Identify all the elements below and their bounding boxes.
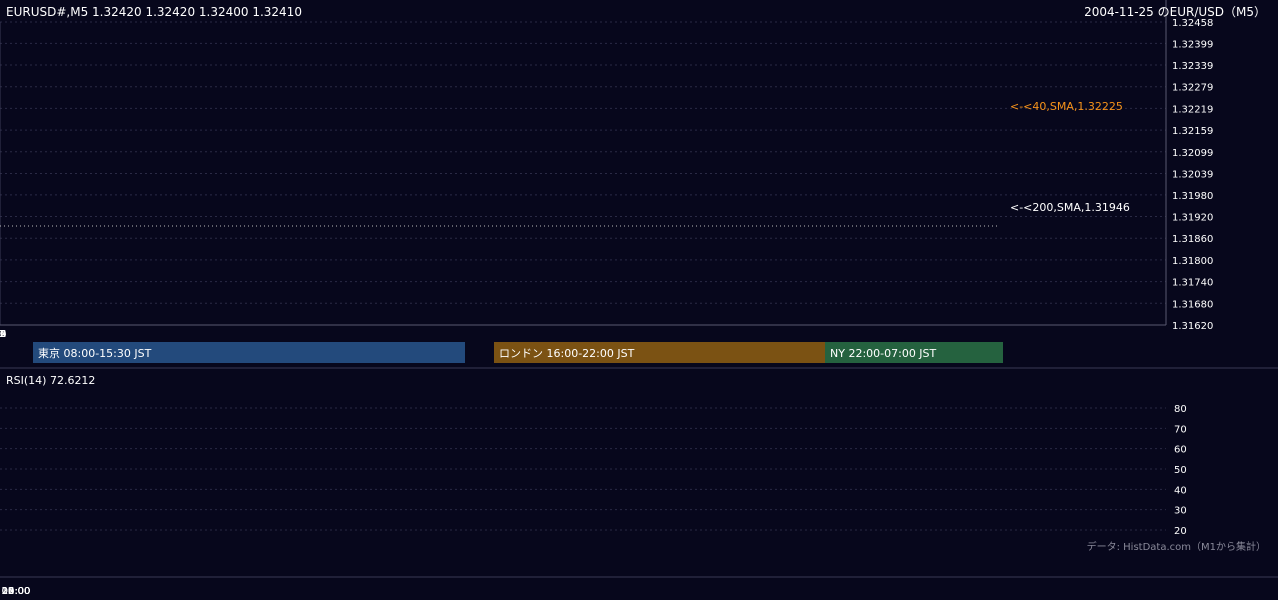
time-tick-label: 11/26 00:00 xyxy=(0,586,30,597)
axes: 1.32458 1.32399 1.32339 1.32279 1.32219 1.321… xyxy=(0,0,1213,340)
y-tick-label: 1.31620 xyxy=(1172,321,1213,332)
rsi-y-tick-label: 70 xyxy=(1174,424,1187,435)
rsi-y-tick-label: 80 xyxy=(1174,404,1187,415)
y-tick-label: 1.31740 xyxy=(1172,278,1213,289)
data-credit: データ: HistData.com（M1から集計） xyxy=(1087,540,1266,553)
rsi-y-tick-label: 60 xyxy=(1174,445,1187,456)
rsi-title: RSI(14) 72.6212 xyxy=(6,374,95,387)
sma40-label: <-<40,SMA,1.32225 xyxy=(1010,100,1123,113)
chart-date-title: 2004-11-25 のEUR/USD（M5） xyxy=(1084,5,1266,19)
y-tick-label: 1.31980 xyxy=(1172,191,1213,202)
y-tick-label: 1.32399 xyxy=(1172,39,1213,50)
rsi-panel: 8070605040302011/25 08:0011/25 10:0011/2… xyxy=(0,404,1278,597)
rsi-y-tick-label: 30 xyxy=(1174,506,1187,517)
chart-canvas: 東京 08:00-15:30 JST ロンドン 16:00-22:00 JST NY… xyxy=(0,0,1278,597)
session-label: ロンドン 16:00-22:00 JST xyxy=(499,347,635,360)
y-tick-label: 1.32339 xyxy=(1172,61,1213,72)
y-tick-label: 1.31800 xyxy=(1172,256,1213,267)
y-tick-label: 1.32279 xyxy=(1172,83,1213,94)
sma200-label: <-<200,SMA,1.31946 xyxy=(1010,201,1130,214)
rsi-y-tick-label: 40 xyxy=(1174,485,1187,496)
y-tick-label: 1.32458 xyxy=(1172,18,1213,29)
y-tick-label: 1.31680 xyxy=(1172,299,1213,310)
symbol-info: EURUSD#,M5 1.32420 1.32420 1.32400 1.324… xyxy=(6,5,302,19)
session-bars: 東京 08:00-15:30 JST ロンドン 16:00-22:00 JST NY… xyxy=(33,342,1003,363)
session-label: NY 22:00-07:00 JST xyxy=(830,347,937,360)
session-label: 東京 08:00-15:30 JST xyxy=(38,346,152,360)
rsi-y-tick-label: 50 xyxy=(1174,465,1187,476)
grid xyxy=(0,21,1278,369)
y-tick-label: 1.32039 xyxy=(1172,170,1213,181)
y-tick-label: 1.32099 xyxy=(1172,148,1213,159)
y-tick-label: 1.32219 xyxy=(1172,104,1213,115)
y-tick-label: 1.31920 xyxy=(1172,213,1213,224)
x-tick-label: 0 xyxy=(0,329,3,340)
y-tick-label: 1.31860 xyxy=(1172,234,1213,245)
y-tick-label: 1.32159 xyxy=(1172,126,1213,137)
rsi-y-tick-label: 20 xyxy=(1174,526,1187,537)
